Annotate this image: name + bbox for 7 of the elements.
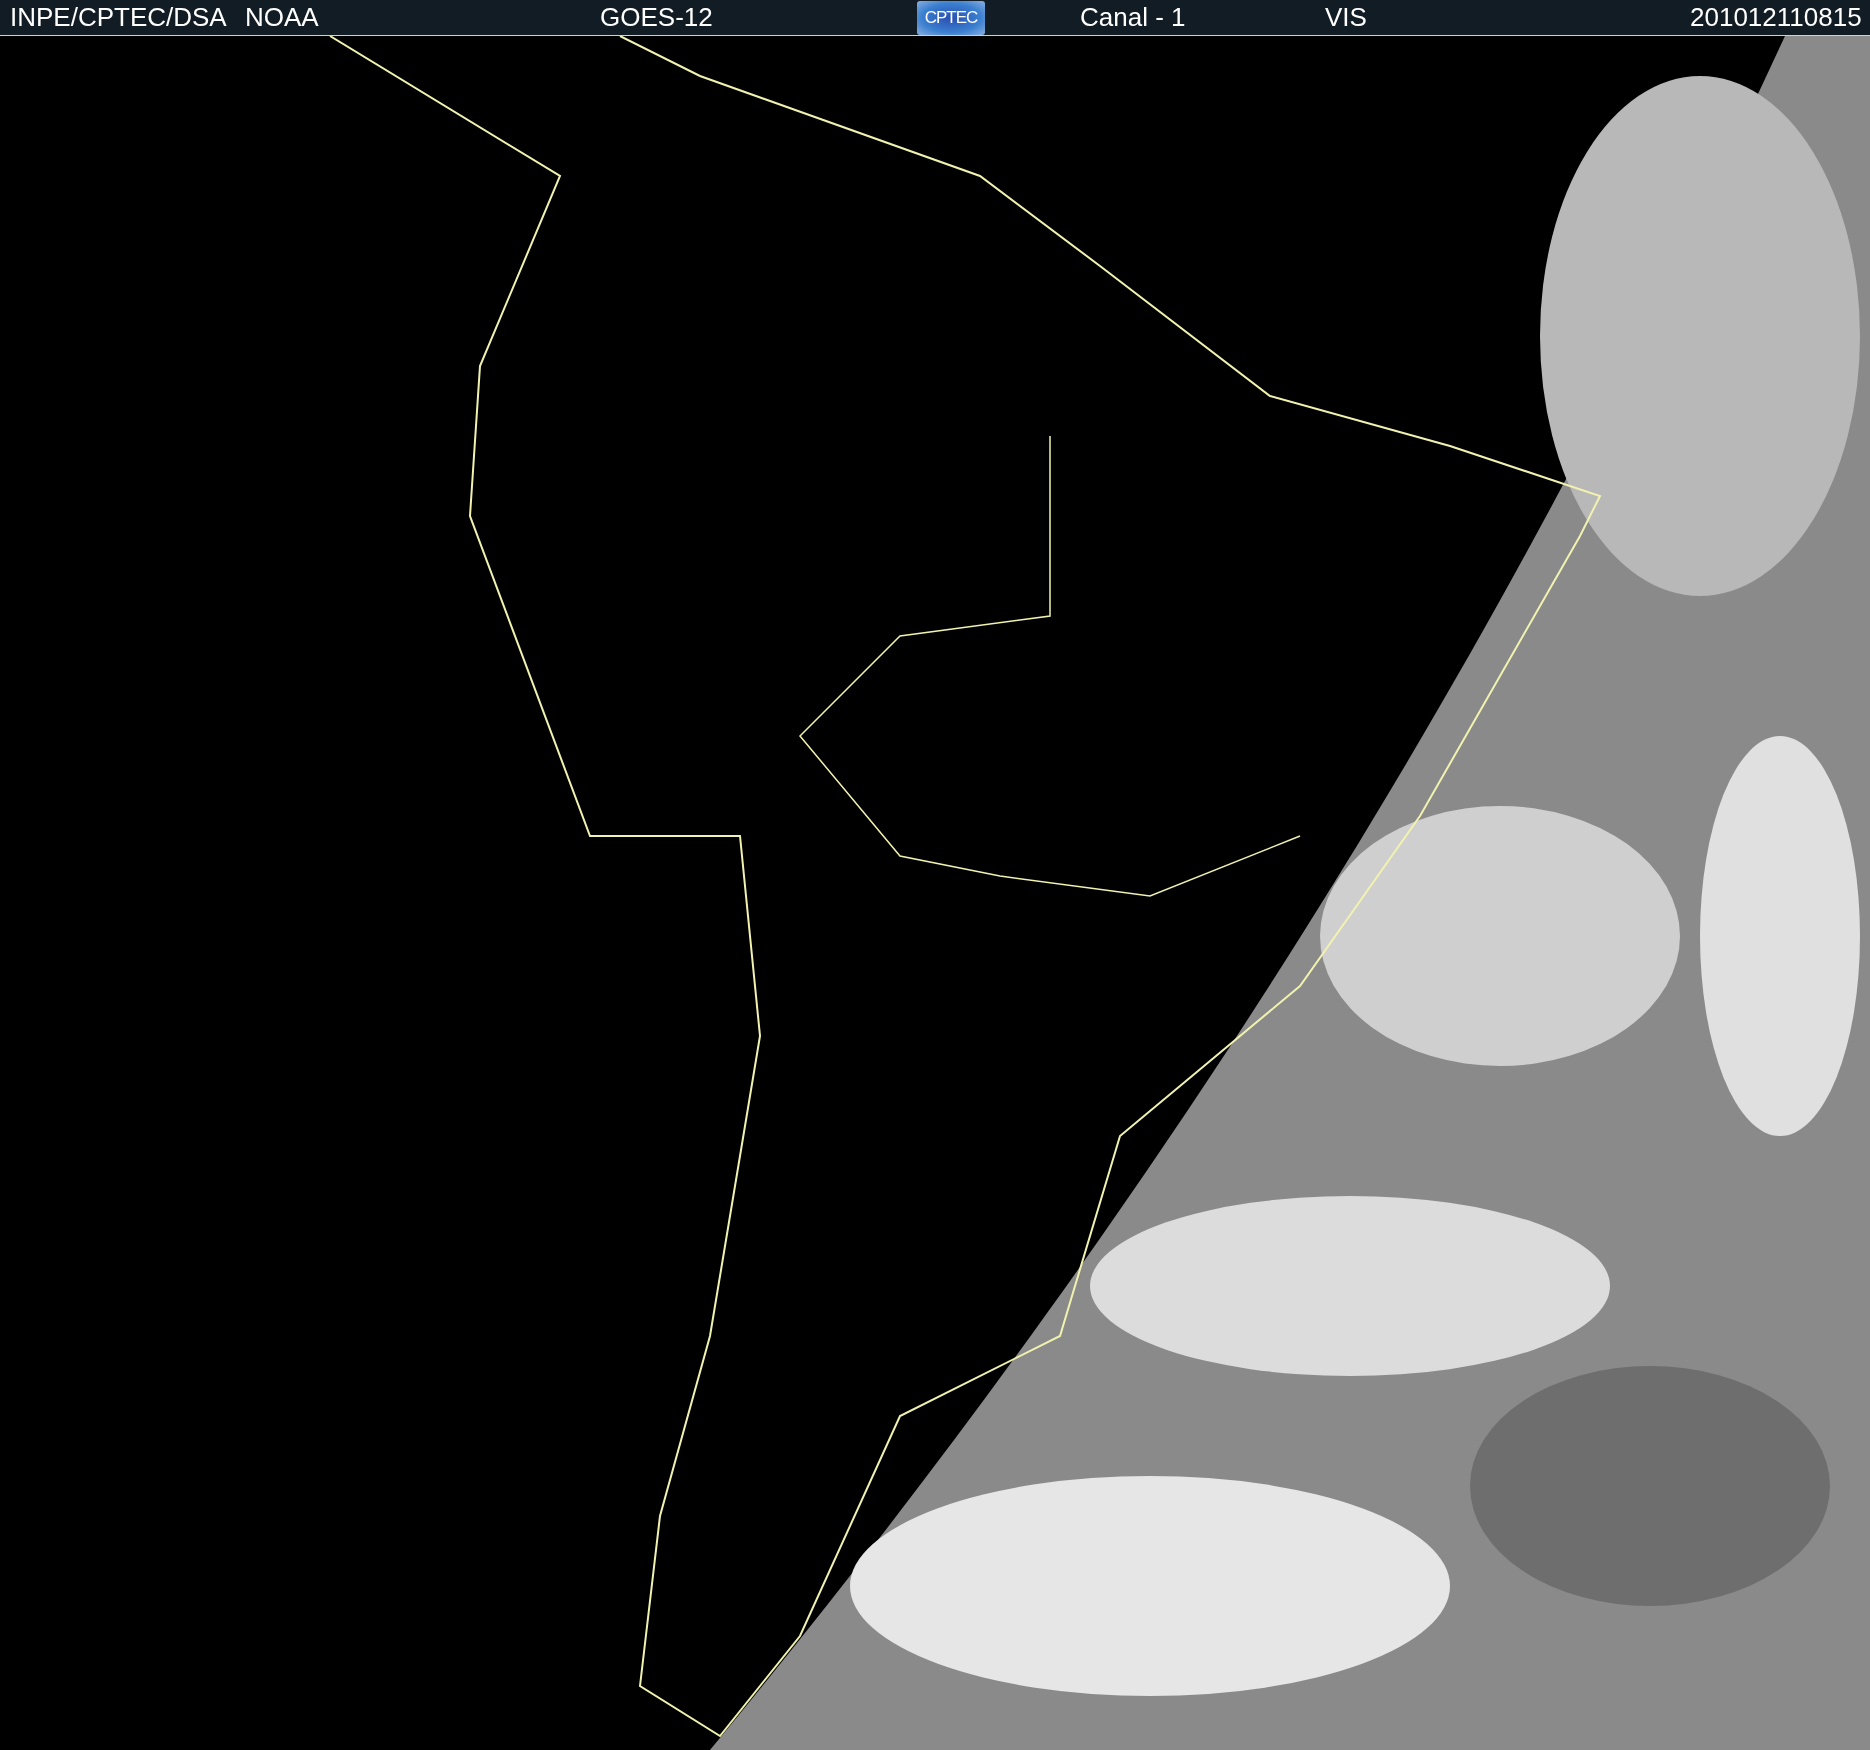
logo: CPTEC [917,0,985,35]
header-label: GOES-12 [600,2,713,33]
header-label: INPE/CPTEC/DSA [10,2,227,33]
header-label: VIS [1325,2,1367,33]
header-label: Canal - 1 [1080,2,1186,33]
header-label: NOAA [245,2,319,33]
header-label: 201012110815 [1690,2,1862,33]
